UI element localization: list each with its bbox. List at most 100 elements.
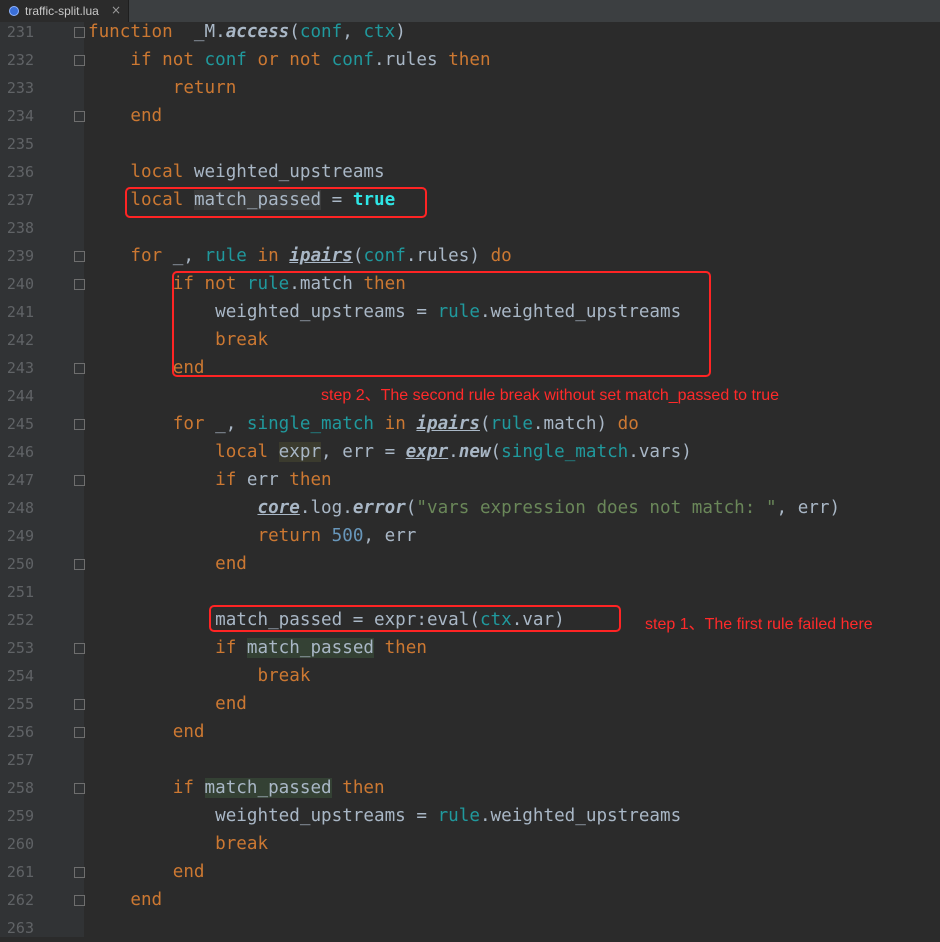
fold-marker-icon[interactable] — [74, 55, 85, 66]
code-token: _M. — [172, 22, 226, 42]
close-icon[interactable]: × — [111, 3, 121, 17]
code-text: return 500, err — [88, 522, 416, 550]
code-line[interactable]: 251 — [0, 578, 940, 606]
code-line[interactable]: 236 local weighted_upstreams — [0, 158, 940, 186]
code-token: end — [130, 890, 163, 910]
code-editor[interactable]: 231 function _M.access(conf, ctx) 232 if n… — [0, 22, 940, 937]
code-line[interactable]: 255 end — [0, 690, 940, 718]
fold-marker-icon[interactable] — [74, 111, 85, 122]
fold-marker-icon[interactable] — [74, 419, 85, 430]
code-token: . — [448, 442, 459, 462]
code-line[interactable]: 246 local expr, err = expr.new(single_ma… — [0, 438, 940, 466]
code-line[interactable]: 253 if match_passed then — [0, 634, 940, 662]
fold-marker-icon[interactable] — [74, 363, 85, 374]
code-line[interactable]: 239 for _, rule in ipairs(conf.rules) do — [0, 242, 940, 270]
code-line[interactable]: 249 return 500, err — [0, 522, 940, 550]
line-number: 236 — [6, 163, 34, 181]
code-line[interactable]: 257 — [0, 746, 940, 774]
code-token: conf — [204, 50, 247, 70]
line-number: 238 — [6, 219, 34, 237]
line-number: 241 — [6, 303, 34, 321]
code-line[interactable]: 235 — [0, 130, 940, 158]
fold-marker-icon[interactable] — [74, 895, 85, 906]
code-token: .log. — [299, 498, 353, 518]
annotation-step-1: step 1、The first rule failed here — [645, 616, 873, 633]
code-line[interactable]: 231 function _M.access(conf, ctx) — [0, 18, 940, 46]
code-token: error — [352, 498, 406, 518]
code-text: end — [88, 550, 247, 578]
code-line[interactable]: 248 core.log.error("vars expression does… — [0, 494, 940, 522]
fold-marker-icon[interactable] — [74, 559, 85, 570]
code-token: end — [172, 862, 205, 882]
code-line[interactable]: 234 end — [0, 102, 940, 130]
code-text: if not conf or not conf.rules then — [88, 46, 491, 74]
code-token: then — [448, 50, 491, 70]
fold-marker-icon[interactable] — [74, 867, 85, 878]
code-token: ( — [490, 442, 502, 462]
code-line[interactable]: 245 for _, single_match in ipairs(rule.m… — [0, 410, 940, 438]
code-token: single_match — [501, 442, 629, 462]
code-line[interactable]: 250 end — [0, 550, 940, 578]
code-line[interactable]: 260 break — [0, 830, 940, 858]
code-token: err — [236, 470, 290, 490]
code-text: return — [88, 74, 237, 102]
code-token: _, — [204, 414, 247, 434]
code-token: core — [257, 498, 300, 518]
code-text: end — [88, 858, 205, 886]
code-token: in — [384, 414, 406, 434]
line-number: 255 — [6, 695, 34, 713]
code-line[interactable]: 263 — [0, 914, 940, 942]
fold-marker-icon[interactable] — [74, 643, 85, 654]
fold-marker-icon[interactable] — [74, 783, 85, 794]
fold-marker-icon[interactable] — [74, 27, 85, 38]
code-line[interactable]: 256 end — [0, 718, 940, 746]
code-token: local — [130, 162, 184, 182]
code-line[interactable]: 262 end — [0, 886, 940, 914]
code-line[interactable]: 254 break — [0, 662, 940, 690]
fold-marker-icon[interactable] — [74, 279, 85, 290]
line-number: 261 — [6, 863, 34, 881]
highlight-box-match-passed-init — [125, 187, 427, 218]
line-number: 253 — [6, 639, 34, 657]
line-number: 251 — [6, 583, 34, 601]
fold-marker-icon[interactable] — [74, 475, 85, 486]
code-line[interactable]: 261 end — [0, 858, 940, 886]
code-token: ( — [405, 498, 417, 518]
fold-marker-icon[interactable] — [74, 699, 85, 710]
code-line[interactable]: 258 if match_passed then — [0, 774, 940, 802]
code-token: ( — [479, 414, 491, 434]
line-number: 240 — [6, 275, 34, 293]
code-line[interactable]: 232 if not conf or not conf.rules then — [0, 46, 940, 74]
code-token: weighted_upstreams — [183, 162, 385, 182]
fold-marker-icon[interactable] — [74, 251, 85, 262]
code-token: ) — [395, 22, 406, 42]
code-line[interactable]: 233 return — [0, 74, 940, 102]
code-text: if match_passed then — [88, 634, 427, 662]
code-token: access — [225, 22, 290, 42]
line-number: 262 — [6, 891, 34, 909]
code-line[interactable]: 247 if err then — [0, 466, 940, 494]
code-line[interactable]: 259 weighted_upstreams = rule.weighted_u… — [0, 802, 940, 830]
code-text: weighted_upstreams = rule.weighted_upstr… — [88, 802, 681, 830]
fold-marker-icon[interactable] — [74, 727, 85, 738]
code-token: match_passed — [246, 638, 374, 658]
code-text: end — [88, 690, 247, 718]
code-text: local weighted_upstreams — [88, 158, 385, 186]
line-number: 244 — [6, 387, 34, 405]
code-text: end — [88, 886, 162, 914]
code-token: then — [289, 470, 332, 490]
code-text: function _M.access(conf, ctx) — [88, 18, 406, 46]
code-line[interactable]: 238 — [0, 214, 940, 242]
